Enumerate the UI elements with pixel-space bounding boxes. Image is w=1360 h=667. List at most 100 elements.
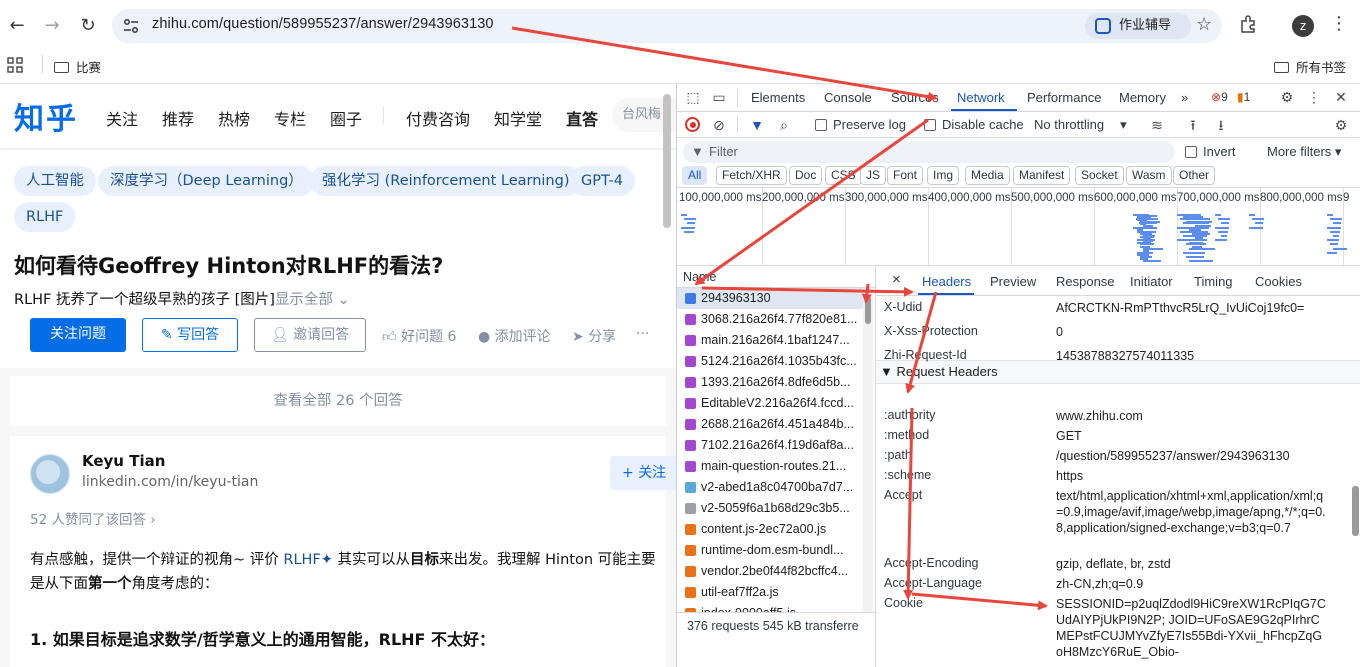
request-row[interactable]: content.js-2ec72a00.js xyxy=(677,519,863,540)
request-row[interactable]: 2943963130 xyxy=(677,288,863,309)
chevron-down-icon[interactable]: ⌄ xyxy=(338,292,350,308)
preserve-log-label[interactable]: Preserve log xyxy=(833,117,906,132)
tab-sources[interactable]: Sources xyxy=(891,90,939,105)
assist-chip[interactable]: 作业辅导 xyxy=(1085,13,1191,39)
export-har-icon[interactable]: ⭳ xyxy=(1213,117,1229,133)
disable-cache-checkbox[interactable] xyxy=(924,119,936,131)
request-row[interactable]: 1393.216a26f4.8dfe6d5b... xyxy=(677,372,863,393)
error-count-badge[interactable]: ⊗9 xyxy=(1211,90,1228,104)
show-all-link[interactable]: 显示全部 xyxy=(275,292,333,308)
header-value[interactable]: SESSIONID=p2uqlZdodl9HiC9reXW1RcPIqG7CUd… xyxy=(1056,596,1326,660)
type-doc[interactable]: Doc xyxy=(789,166,823,185)
device-toolbar-icon[interactable]: ▭ xyxy=(711,89,727,105)
search-icon[interactable]: ⌕ xyxy=(776,117,792,133)
back-icon[interactable]: ← xyxy=(5,14,29,38)
more-tabs-icon[interactable]: » xyxy=(1181,90,1188,105)
detail-scroll-thumb[interactable] xyxy=(1352,486,1359,536)
tab-response[interactable]: Response xyxy=(1056,274,1115,289)
topic-tag[interactable]: 深度学习（Deep Learning） xyxy=(98,166,315,196)
request-row[interactable]: runtime-dom.esm-bundl... xyxy=(677,540,863,561)
nav-zhixuetang[interactable]: 知学堂 xyxy=(494,106,542,130)
type-css[interactable]: CSS xyxy=(825,166,862,185)
devtools-menu-icon[interactable]: ⋮ xyxy=(1306,89,1322,105)
close-devtools-icon[interactable]: ✕ xyxy=(1333,89,1349,105)
add-comment-button[interactable]: ● 添加评论 xyxy=(478,326,551,346)
type-other[interactable]: Other xyxy=(1173,166,1216,185)
header-value[interactable]: 14538788327574011335 xyxy=(1056,348,1326,364)
type-all[interactable]: All xyxy=(682,166,708,185)
request-row[interactable]: main.216a26f4.1baf1247... xyxy=(677,330,863,351)
good-question-button[interactable]: 👍︎ 好问题 6 xyxy=(382,326,456,346)
all-bookmarks[interactable]: 所有书签 xyxy=(1274,57,1346,79)
type-media[interactable]: Media xyxy=(965,166,1010,185)
type-wasm[interactable]: Wasm xyxy=(1126,166,1172,185)
filter-input[interactable]: ▼ Filter xyxy=(683,141,1175,163)
page-scroll-thumb[interactable] xyxy=(663,94,671,228)
settings-gear-icon[interactable]: ⚙ xyxy=(1279,89,1295,105)
write-answer-button[interactable]: ✎ 写回答 xyxy=(142,318,238,352)
tab-network[interactable]: Network xyxy=(957,90,1005,105)
header-value[interactable]: text/html,application/xhtml+xml,applicat… xyxy=(1056,488,1326,536)
topic-tag[interactable]: 强化学习 (Reinforcement Learning) xyxy=(310,166,582,196)
apps-grid-icon[interactable] xyxy=(7,57,23,73)
detail-scrollbar[interactable] xyxy=(1350,296,1360,667)
tab-elements[interactable]: Elements xyxy=(751,90,805,105)
topic-tag[interactable]: 人工智能 xyxy=(14,166,96,196)
reload-icon[interactable]: ↻ xyxy=(76,14,100,38)
type-fetch-xhr[interactable]: Fetch/XHR xyxy=(716,166,787,185)
request-headers-title[interactable]: ▼ Request Headers xyxy=(880,364,998,379)
tab-headers[interactable]: Headers xyxy=(922,274,971,289)
share-button[interactable]: ➤ 分享 xyxy=(572,326,616,346)
request-row[interactable]: v2-5059f6a1b68d29c3b5... xyxy=(677,498,863,519)
question-title[interactable]: 如何看待Geoffrey Hinton对RLHF的看法? xyxy=(14,250,443,280)
tab-preview[interactable]: Preview xyxy=(990,274,1036,289)
clear-icon[interactable]: ⊘ xyxy=(711,117,727,133)
request-row[interactable]: EditableV2.216a26f4.fccd... xyxy=(677,393,863,414)
request-row[interactable]: util-eaf7ff2a.js xyxy=(677,582,863,603)
invert-checkbox[interactable] xyxy=(1185,146,1197,158)
record-icon[interactable] xyxy=(685,117,700,132)
request-row[interactable]: 7102.216a26f4.f19d6af8a... xyxy=(677,435,863,456)
request-row[interactable]: main-question-routes.21... xyxy=(677,456,863,477)
nav-paid-consult[interactable]: 付费咨询 xyxy=(406,106,470,130)
invite-answer-button[interactable]: 👤︎ 邀请回答 xyxy=(254,318,366,352)
nav-circle[interactable]: 圈子 xyxy=(330,106,362,130)
site-settings-icon[interactable] xyxy=(122,17,140,35)
network-conditions-icon[interactable]: ≋ xyxy=(1149,117,1165,133)
nav-hot[interactable]: 热榜 xyxy=(218,106,250,130)
type-font[interactable]: Font xyxy=(887,166,924,185)
tab-performance[interactable]: Performance xyxy=(1027,90,1101,105)
request-list-scrollbar[interactable] xyxy=(863,288,873,628)
filter-funnel-icon[interactable]: ▼ xyxy=(749,117,765,133)
invert-label[interactable]: Invert xyxy=(1203,144,1236,159)
request-scroll-thumb[interactable] xyxy=(865,296,871,324)
header-value[interactable]: 0 xyxy=(1056,324,1326,340)
type-js[interactable]: JS xyxy=(860,166,887,185)
import-har-icon[interactable]: ⭱ xyxy=(1185,117,1201,133)
browser-menu-icon[interactable]: ⋮ xyxy=(1330,13,1348,34)
address-bar[interactable]: zhihu.com/question/589955237/answer/2943… xyxy=(112,9,1222,43)
header-value[interactable]: https xyxy=(1056,468,1326,484)
header-value[interactable]: GET xyxy=(1056,428,1326,444)
vote-count[interactable]: 52 人赞同了该回答 › xyxy=(30,508,156,528)
type-manifest[interactable]: Manifest xyxy=(1013,166,1071,185)
author-name[interactable]: Keyu Tian xyxy=(82,452,165,470)
forward-icon[interactable]: → xyxy=(40,14,64,38)
zhihu-logo[interactable]: 知乎 xyxy=(14,94,78,138)
bookmark-star-icon[interactable]: ☆ xyxy=(1196,14,1212,35)
header-value[interactable]: gzip, deflate, br, zstd xyxy=(1056,556,1326,572)
profile-avatar[interactable]: z xyxy=(1292,15,1314,37)
more-actions-button[interactable]: ··· xyxy=(636,326,649,342)
preserve-log-checkbox[interactable] xyxy=(815,119,827,131)
warning-count-badge[interactable]: ▮1 xyxy=(1237,90,1250,104)
network-overview-timeline[interactable]: 100,000,000 ms 200,000,000 ms 300,000,000 … xyxy=(677,188,1360,266)
tab-cookies[interactable]: Cookies xyxy=(1255,274,1302,289)
nav-recommend[interactable]: 推荐 xyxy=(162,106,194,130)
extensions-icon[interactable] xyxy=(1238,14,1258,34)
topic-tag[interactable]: RLHF xyxy=(14,202,76,232)
close-detail-icon[interactable]: × xyxy=(892,271,901,288)
inspect-element-icon[interactable]: ⬚ xyxy=(685,89,701,105)
tab-memory[interactable]: Memory xyxy=(1119,90,1166,105)
request-row[interactable]: vendor.2be0f44f82bcffc4... xyxy=(677,561,863,582)
name-column-header[interactable]: Name xyxy=(677,266,875,288)
